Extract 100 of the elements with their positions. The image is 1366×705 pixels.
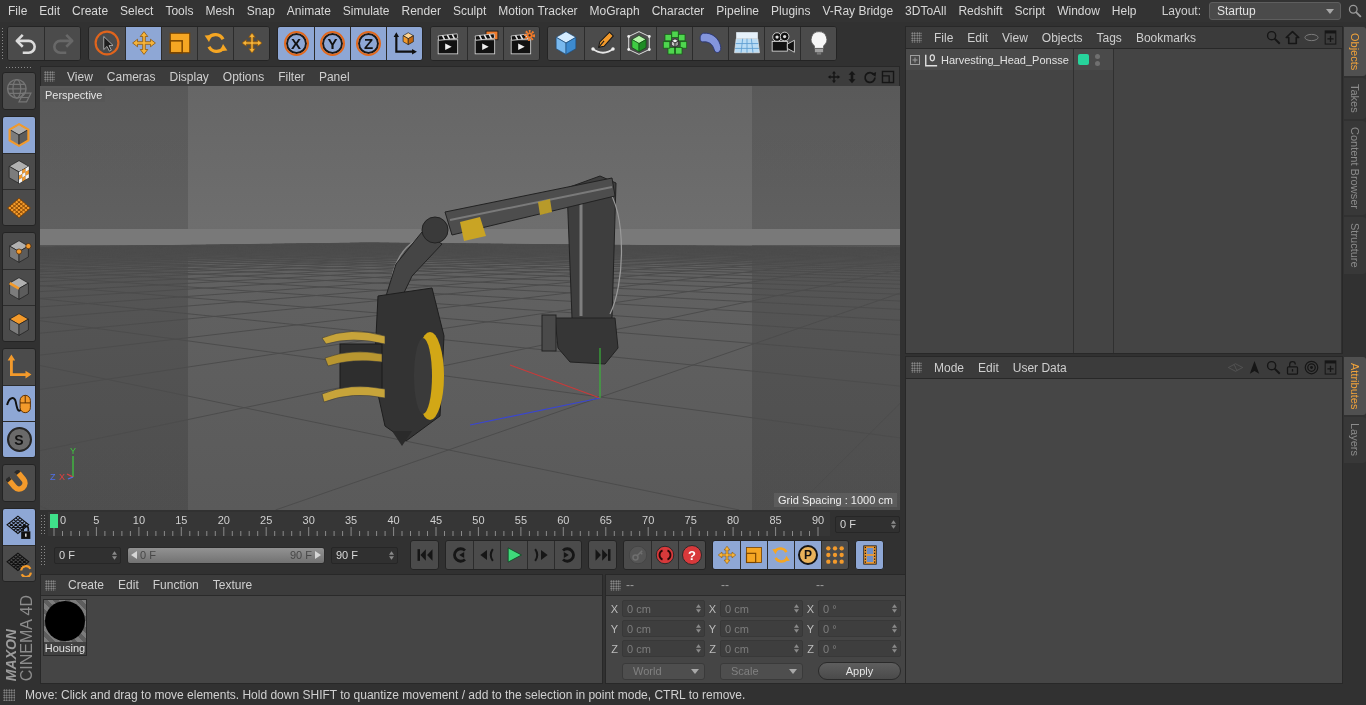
menu-item[interactable]: Snap bbox=[240, 1, 281, 21]
search-icon[interactable] bbox=[1348, 4, 1362, 18]
menu-item[interactable]: Script bbox=[1008, 1, 1052, 21]
points-button[interactable] bbox=[3, 233, 35, 269]
side-tab[interactable]: Content Browser bbox=[1344, 121, 1366, 215]
arrow-right-icon[interactable] bbox=[315, 551, 321, 559]
menu-item[interactable]: Sculpt bbox=[446, 1, 493, 21]
grip-icon[interactable] bbox=[45, 579, 56, 591]
menu-item[interactable]: Simulate bbox=[336, 1, 396, 21]
menu-item[interactable]: File bbox=[927, 28, 961, 47]
menu-item[interactable]: Render bbox=[395, 1, 447, 21]
menu-item[interactable]: Create bbox=[66, 1, 115, 21]
viewport[interactable]: Perspective Y Z X Grid Spacing : 1000 cm bbox=[40, 86, 900, 510]
side-tab[interactable]: Takes bbox=[1344, 78, 1366, 120]
menu-item[interactable]: Function bbox=[145, 576, 206, 594]
current-frame-field[interactable]: 0 F bbox=[835, 515, 900, 533]
arrow-left-icon[interactable] bbox=[131, 551, 137, 559]
menu-item[interactable]: Tags bbox=[1089, 28, 1129, 47]
side-tab[interactable]: Attributes bbox=[1344, 357, 1366, 416]
menu-item[interactable]: Edit bbox=[971, 358, 1006, 377]
visibility-dot-icon[interactable] bbox=[1095, 60, 1100, 66]
light-button[interactable] bbox=[800, 26, 836, 60]
texture-button[interactable] bbox=[3, 153, 35, 189]
workplane-lock-button[interactable] bbox=[3, 509, 35, 545]
grip-icon[interactable] bbox=[911, 32, 922, 43]
side-tab[interactable]: Layers bbox=[1344, 417, 1366, 463]
menu-item[interactable]: View bbox=[60, 67, 100, 86]
menu-item[interactable]: Filter bbox=[271, 67, 312, 86]
end-frame-field[interactable]: 90 F bbox=[331, 546, 398, 564]
menu-item[interactable]: Select bbox=[114, 1, 160, 21]
menu-item[interactable]: Mesh bbox=[199, 1, 241, 21]
menu-item[interactable]: Window bbox=[1051, 1, 1106, 21]
prev-key-button[interactable] bbox=[446, 541, 473, 569]
grip-icon[interactable] bbox=[5, 66, 33, 70]
snap-button[interactable] bbox=[2, 464, 36, 502]
menu-item[interactable]: Texture bbox=[205, 576, 260, 594]
workplane-align-button[interactable] bbox=[3, 545, 35, 581]
plus-box-icon[interactable] bbox=[909, 53, 921, 66]
menu-item[interactable]: Tools bbox=[159, 1, 200, 21]
menu-item[interactable]: View bbox=[995, 28, 1035, 47]
grip-icon[interactable] bbox=[3, 689, 15, 701]
side-tab[interactable]: Structure bbox=[1344, 217, 1366, 274]
menu-item[interactable]: Motion Tracker bbox=[492, 1, 584, 21]
visibility-dot-icon[interactable] bbox=[1095, 53, 1100, 59]
key-param-button[interactable]: P bbox=[794, 541, 821, 569]
axis-lock-button[interactable]: Z bbox=[350, 26, 386, 60]
material-item[interactable]: Housing bbox=[43, 599, 87, 656]
autokey-button[interactable] bbox=[651, 541, 678, 569]
edges-button[interactable] bbox=[3, 269, 35, 305]
grip-icon[interactable] bbox=[911, 362, 922, 373]
menu-item[interactable]: Edit bbox=[33, 1, 67, 21]
key-rotation-button[interactable] bbox=[767, 541, 794, 569]
tweak-button[interactable] bbox=[3, 385, 35, 421]
menu-item[interactable]: Animate bbox=[280, 1, 337, 21]
menu-item[interactable]: File bbox=[2, 1, 34, 21]
menu-item[interactable]: Options bbox=[215, 67, 272, 86]
spinner-icon[interactable] bbox=[112, 550, 117, 560]
menu-item[interactable]: User Data bbox=[1005, 358, 1074, 377]
side-tab[interactable]: Objects bbox=[1344, 27, 1366, 77]
menu-item[interactable]: Objects bbox=[1034, 28, 1090, 47]
grip-icon[interactable] bbox=[44, 71, 55, 82]
start-frame-field[interactable]: 0 F bbox=[54, 546, 121, 564]
menu-item[interactable]: Help bbox=[1105, 1, 1143, 21]
menu-item[interactable]: Bookmarks bbox=[1128, 28, 1203, 47]
model-button[interactable] bbox=[3, 117, 35, 153]
workplane-button[interactable] bbox=[3, 189, 35, 225]
menu-item[interactable]: Pipeline bbox=[710, 1, 766, 21]
menu-item[interactable]: Cameras bbox=[99, 67, 163, 86]
menu-item[interactable]: Plugins bbox=[765, 1, 817, 21]
spinner-icon[interactable] bbox=[389, 550, 394, 560]
play-button[interactable] bbox=[500, 541, 527, 569]
spinner-icon[interactable] bbox=[891, 519, 896, 529]
axis-button[interactable] bbox=[3, 349, 35, 385]
menu-item[interactable]: Redshift bbox=[952, 1, 1009, 21]
menu-item[interactable]: MoGraph bbox=[583, 1, 646, 21]
menu-item[interactable]: Mode bbox=[927, 358, 972, 377]
grip-icon[interactable] bbox=[1, 27, 5, 59]
menu-item[interactable]: Create bbox=[61, 576, 112, 594]
next-key-button[interactable] bbox=[554, 541, 581, 569]
move-button[interactable] bbox=[125, 26, 161, 60]
layer-color-swatch[interactable] bbox=[1078, 54, 1089, 65]
layout-dropdown[interactable]: Startup bbox=[1209, 2, 1341, 20]
menu-item[interactable]: Panel bbox=[311, 67, 357, 86]
menu-item[interactable]: V-Ray Bridge bbox=[816, 1, 900, 21]
axis-lock-button[interactable]: X bbox=[278, 26, 314, 60]
key-scale-button[interactable] bbox=[740, 541, 767, 569]
timeline-ruler[interactable]: 0 5 10 15 20 25 30 35 40 45 50 55 60 65 70 75 80 85 90 bbox=[48, 512, 830, 536]
key-pla-button[interactable] bbox=[821, 541, 848, 569]
coord-system-button[interactable] bbox=[386, 26, 422, 60]
object-row[interactable]: Harvesting_Head_Ponsse bbox=[906, 49, 1073, 70]
axis-lock-button[interactable]: Y bbox=[314, 26, 350, 60]
keyframe-selection-button[interactable]: ? bbox=[678, 541, 705, 569]
menu-item[interactable]: 3DToAll bbox=[899, 1, 953, 21]
menu-item[interactable]: Character bbox=[645, 1, 711, 21]
go-end-button[interactable] bbox=[588, 540, 617, 570]
polygons-button[interactable] bbox=[3, 305, 35, 341]
go-start-button[interactable] bbox=[410, 540, 439, 570]
transform-button[interactable] bbox=[233, 26, 269, 60]
menu-item[interactable]: Edit bbox=[111, 576, 146, 594]
render-settings-button[interactable] bbox=[503, 26, 539, 60]
